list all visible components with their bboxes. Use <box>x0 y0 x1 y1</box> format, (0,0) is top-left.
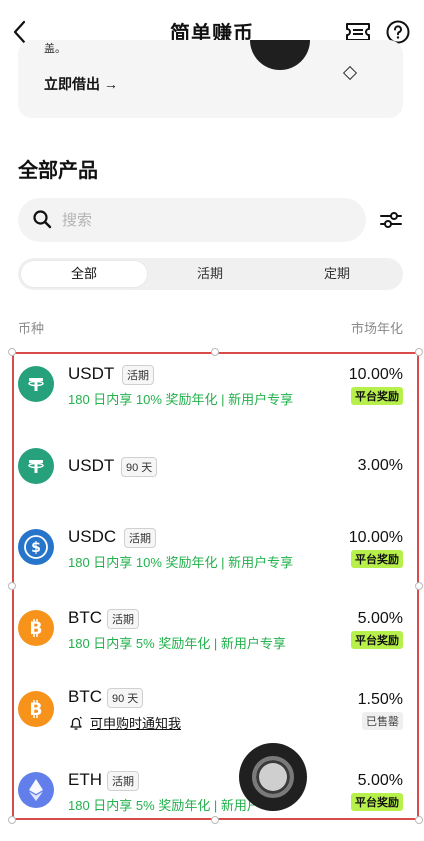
bitcoin-icon: B <box>18 610 54 646</box>
svg-text:$: $ <box>31 540 41 556</box>
tether-icon <box>18 448 54 484</box>
term-tag: 90 天 <box>121 457 158 477</box>
assistive-touch-icon <box>252 756 294 798</box>
product-row-btc-flexible[interactable]: B BTC 活期 180 日内享 5% 奖励年化 | 新用户专享 5.00% 平… <box>0 602 424 682</box>
tab-flexible[interactable]: 活期 <box>147 261 273 287</box>
apr-value: 10.00% <box>348 366 403 383</box>
filter-sliders-icon[interactable] <box>379 208 403 232</box>
assistive-touch-button[interactable] <box>239 743 307 811</box>
coin-name: USDC <box>68 527 117 546</box>
bell-icon <box>70 716 82 730</box>
svg-text:B: B <box>30 619 43 639</box>
apr-value: 5.00% <box>357 610 403 627</box>
product-row-usdt-90d[interactable]: USDT 90 天 3.00% <box>0 446 424 526</box>
product-row-usdc-flexible[interactable]: $ USDC 活期 180 日内享 10% 奖励年化 | 新用户专享 10.00… <box>0 521 424 601</box>
promo-card: 盖。 立即借出 → <box>18 40 403 118</box>
coin-name: BTC <box>68 608 102 627</box>
apr-value: 3.00% <box>357 457 403 474</box>
term-tag: 活期 <box>107 771 139 791</box>
notify-me-label: 可申购时通知我 <box>90 716 182 731</box>
coin-name: BTC <box>68 687 102 706</box>
apr-value: 5.00% <box>357 772 403 789</box>
term-tag: 90 天 <box>107 688 144 708</box>
term-tag: 活期 <box>107 609 139 629</box>
product-row-btc-90d[interactable]: B BTC 90 天 可申购时通知我 1.50% 已售罄 <box>0 683 424 763</box>
platform-reward-badge: 平台奖励 <box>351 387 403 405</box>
apr-value: 1.50% <box>357 691 403 708</box>
resize-handle[interactable] <box>415 816 423 824</box>
term-tag: 活期 <box>124 528 156 548</box>
notify-me-link[interactable]: 可申购时通知我 <box>68 713 181 732</box>
resize-handle[interactable] <box>415 348 423 356</box>
ethereum-icon <box>18 772 54 808</box>
product-row-usdt-flexible[interactable]: USDT 活期 180 日内享 10% 奖励年化 | 新用户专享 10.00% … <box>0 358 424 438</box>
apr-value: 10.00% <box>348 529 403 546</box>
promo-text: 180 日内享 5% 奖励年化 | 新用户 <box>68 798 260 813</box>
column-header-apr: 市场年化 <box>350 321 403 336</box>
promo-text: 180 日内享 5% 奖励年化 | 新用户专享 <box>68 636 286 651</box>
search-icon <box>33 210 52 229</box>
term-tag: 活期 <box>122 365 154 385</box>
coin-name: USDT <box>68 456 115 475</box>
bitcoin-icon: B <box>18 691 54 727</box>
usdc-icon: $ <box>18 529 54 565</box>
platform-reward-badge: 平台奖励 <box>351 793 403 811</box>
resize-handle[interactable] <box>8 348 16 356</box>
promo-illustration <box>250 40 310 70</box>
coin-name: ETH <box>68 770 102 789</box>
resize-handle[interactable] <box>415 582 423 590</box>
search-input[interactable] <box>62 198 352 242</box>
tab-all[interactable]: 全部 <box>21 261 147 287</box>
sold-out-badge: 已售罄 <box>362 712 403 730</box>
coin-name: USDT <box>68 364 115 383</box>
platform-reward-badge: 平台奖励 <box>351 550 403 568</box>
product-row-eth-flexible[interactable]: ETH 活期 180 日内享 5% 奖励年化 | 新用户 5.00% 平台奖励 <box>0 764 424 841</box>
search-bar[interactable] <box>18 198 366 242</box>
promo-text: 180 日内享 10% 奖励年化 | 新用户专享 <box>68 392 294 407</box>
diamond-icon <box>342 65 358 81</box>
tab-fixed[interactable]: 定期 <box>274 261 400 287</box>
resize-handle[interactable] <box>211 348 219 356</box>
tether-icon <box>18 366 54 402</box>
section-title: 全部产品 <box>18 160 98 182</box>
resize-handle[interactable] <box>211 816 219 824</box>
svg-text:B: B <box>30 700 43 720</box>
resize-handle[interactable] <box>8 582 16 590</box>
product-tabs: 全部 活期 定期 <box>18 258 403 290</box>
promo-card-note: 盖。 <box>44 43 66 55</box>
promo-text: 180 日内享 10% 奖励年化 | 新用户专享 <box>68 555 294 570</box>
resize-handle[interactable] <box>8 816 16 824</box>
platform-reward-badge: 平台奖励 <box>351 631 403 649</box>
column-header-coin: 币种 <box>18 321 45 336</box>
lend-now-link[interactable]: 立即借出 → <box>44 74 118 94</box>
